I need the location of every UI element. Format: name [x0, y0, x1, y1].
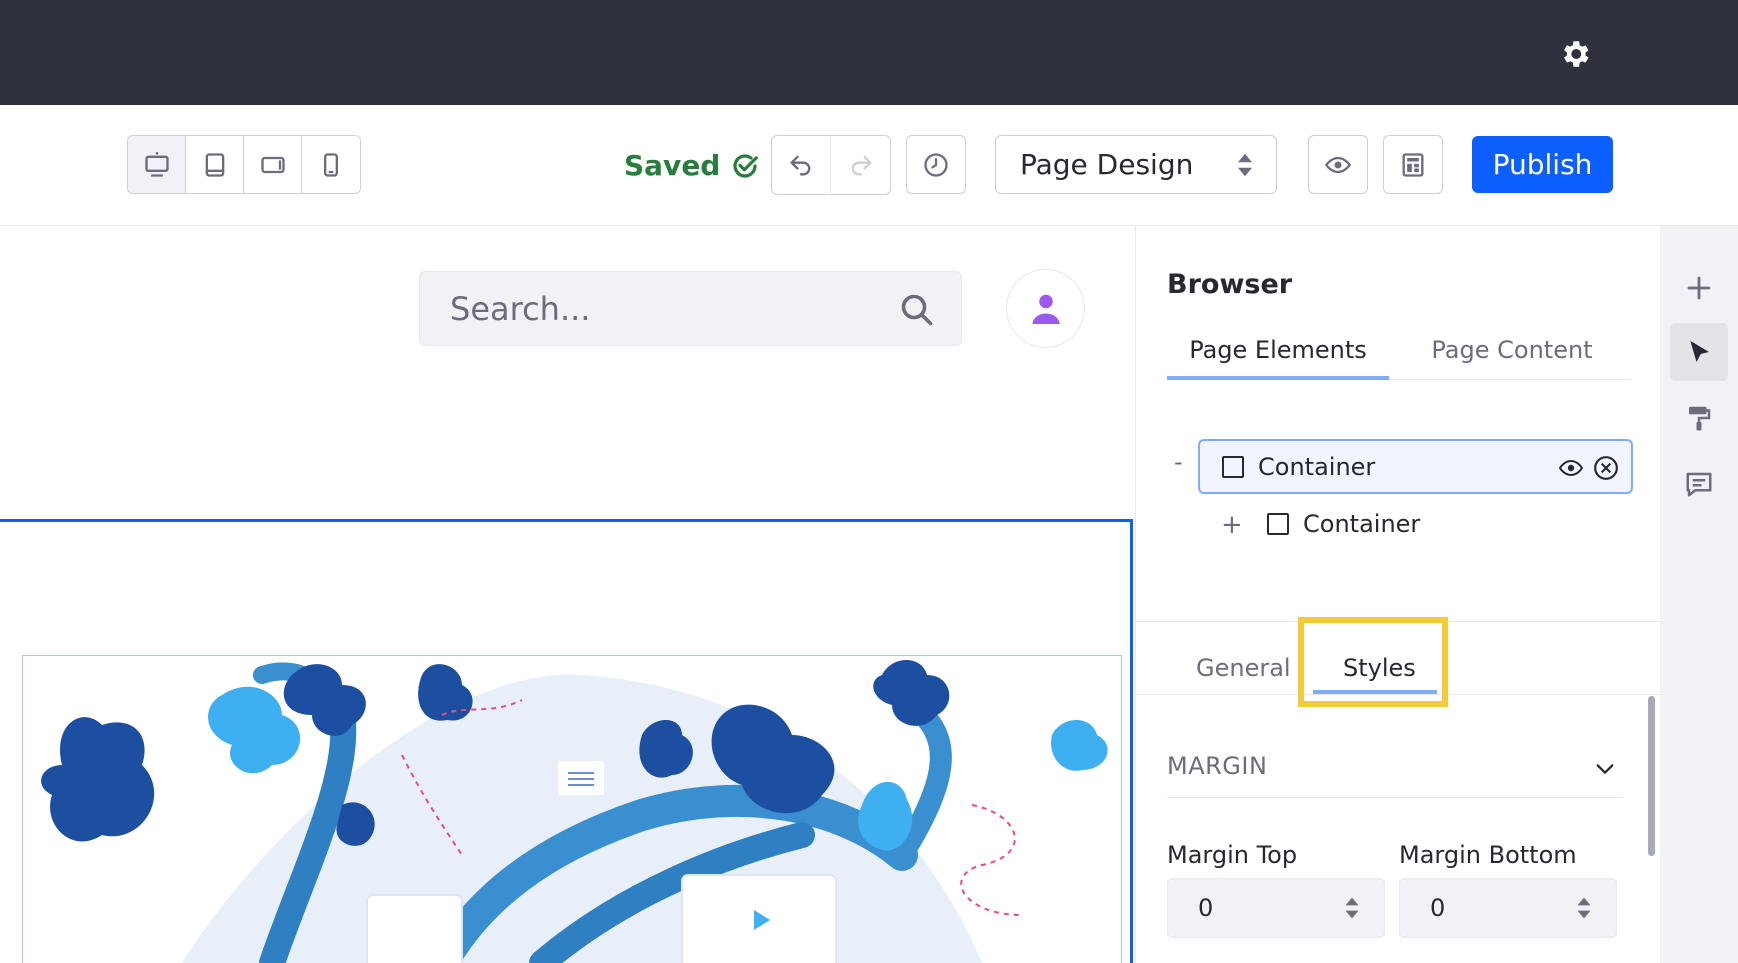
tree-illustration — [41, 660, 1108, 963]
page-canvas: Search... — [0, 226, 1135, 963]
chevron-down-icon — [1596, 764, 1614, 774]
panel-title: Browser — [1167, 269, 1293, 300]
caret-double-icon[interactable] — [1344, 895, 1360, 921]
margin-bottom-input[interactable]: 0 — [1399, 878, 1617, 938]
undo-button[interactable] — [772, 136, 831, 194]
tab-general[interactable]: General — [1196, 654, 1291, 682]
desktop-icon — [144, 151, 169, 177]
tab-page-content[interactable]: Page Content — [1422, 336, 1602, 380]
eye-icon[interactable] — [1559, 457, 1583, 479]
experience-select[interactable]: Page Design — [995, 135, 1277, 194]
tablet-button[interactable] — [186, 136, 244, 193]
check-circle-icon — [733, 153, 759, 178]
user-avatar[interactable] — [1006, 269, 1085, 348]
caret-double-icon[interactable] — [1576, 895, 1592, 921]
search-icon[interactable] — [899, 292, 935, 328]
device-selector — [127, 135, 361, 194]
tree-item-label: Container — [1303, 510, 1421, 538]
browser-panel: Browser Page Elements Page Content - Con… — [1135, 226, 1661, 963]
preview-button[interactable] — [1308, 135, 1368, 194]
comments-icon — [1686, 472, 1712, 497]
eye-icon — [1324, 156, 1352, 173]
redo-button[interactable] — [831, 136, 890, 194]
landscape-phone-button[interactable] — [244, 136, 302, 193]
tree-item-container[interactable]: Container — [1198, 439, 1633, 494]
plus-icon — [1687, 276, 1711, 300]
history-button[interactable] — [906, 135, 966, 194]
portrait-phone-button[interactable] — [302, 136, 360, 193]
gear-icon[interactable] — [1558, 37, 1592, 71]
saved-label: Saved — [624, 149, 721, 182]
undo-icon — [790, 155, 811, 176]
margin-section-header[interactable]: MARGIN — [1167, 752, 1622, 798]
search-input[interactable]: Search... — [419, 271, 962, 346]
page-template-button[interactable] — [1383, 135, 1443, 194]
margin-bottom-label: Margin Bottom — [1399, 841, 1577, 869]
margin-bottom-value: 0 — [1430, 894, 1446, 922]
container-icon — [1267, 513, 1289, 535]
tab-page-elements[interactable]: Page Elements — [1167, 336, 1389, 380]
margin-top-value: 0 — [1198, 894, 1214, 922]
remove-icon[interactable] — [1593, 455, 1619, 481]
page-template-icon — [1402, 152, 1424, 177]
browser-tabs: Page Elements Page Content — [1167, 336, 1631, 380]
caret-double-icon — [1238, 153, 1252, 177]
tree-item-label: Container — [1258, 453, 1376, 481]
portrait-phone-icon — [324, 152, 338, 177]
add-fragment-button[interactable] — [1670, 259, 1728, 317]
page-design-options-button[interactable] — [1670, 389, 1728, 447]
comments-button[interactable] — [1670, 455, 1728, 513]
browser-button[interactable] — [1670, 323, 1728, 381]
editor-toolbar: Saved Page Design Publish — [0, 105, 1738, 226]
top-bar — [0, 0, 1738, 105]
section-title: MARGIN — [1167, 752, 1268, 780]
panel-scrollbar[interactable] — [1648, 696, 1655, 856]
user-icon — [1032, 294, 1059, 324]
redo-icon — [851, 155, 871, 176]
sidebar-rail — [1660, 226, 1738, 963]
collapse-toggle[interactable]: - — [1174, 448, 1183, 476]
margin-top-label: Margin Top — [1167, 841, 1298, 869]
paint-roller-icon — [1689, 406, 1711, 431]
experience-select-value: Page Design — [1020, 148, 1194, 181]
expand-toggle[interactable]: + — [1221, 510, 1243, 540]
history-clock-icon — [924, 152, 948, 177]
search-placeholder: Search... — [450, 289, 591, 328]
container-icon — [1222, 456, 1244, 478]
cursor-icon — [1690, 340, 1709, 362]
publish-button[interactable]: Publish — [1472, 136, 1613, 193]
tablet-icon — [205, 152, 224, 177]
saved-status: Saved — [624, 149, 760, 182]
margin-top-input[interactable]: 0 — [1167, 878, 1385, 938]
highlight-box — [1298, 617, 1448, 707]
landscape-phone-icon — [260, 156, 285, 173]
desktop-button[interactable] — [128, 136, 186, 193]
undo-redo-group — [771, 135, 891, 195]
